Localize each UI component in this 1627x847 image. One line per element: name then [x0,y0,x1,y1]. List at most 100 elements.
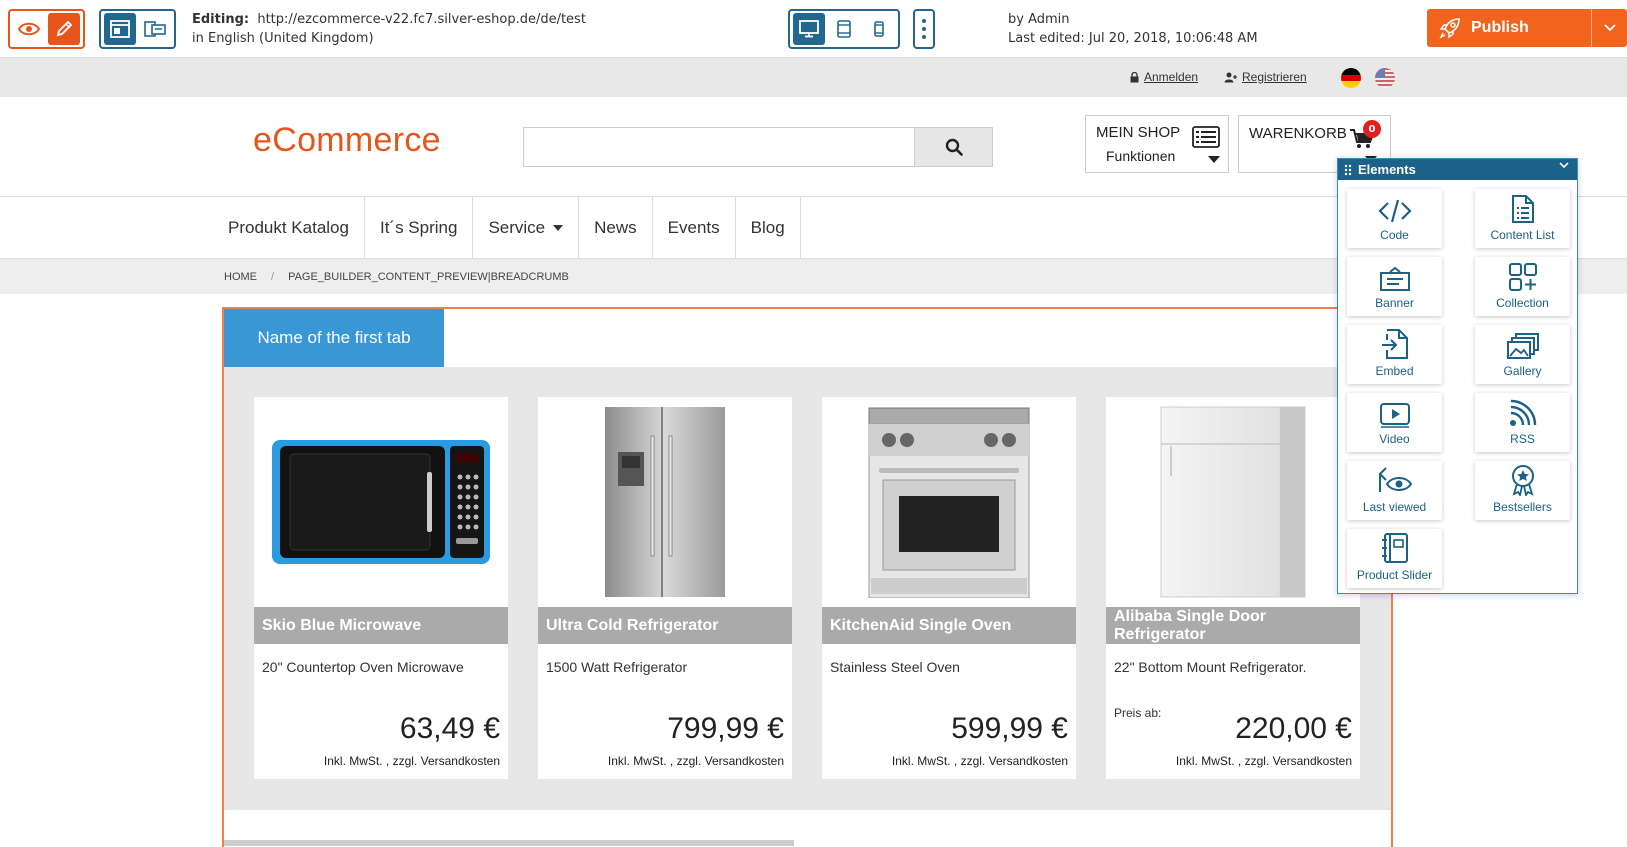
element-code[interactable]: Code [1347,189,1442,248]
product-card[interactable]: KitchenAid Single Oven Stainless Steel O… [822,397,1076,779]
mobile-preview-button[interactable] [863,13,895,45]
nav-item-news[interactable]: News [579,197,653,258]
product-image[interactable] [254,397,508,607]
element-video[interactable]: Video [1347,393,1442,452]
us-flag-icon[interactable] [1375,68,1395,88]
oven-image [868,407,1030,598]
element-collection[interactable]: Collection [1475,257,1570,316]
rocket-icon [1439,18,1460,39]
element-rss[interactable]: RSS [1475,393,1570,452]
nav-item-label: It´s Spring [379,217,458,237]
element-banner[interactable]: Banner [1347,257,1442,316]
search-input[interactable] [523,127,915,167]
my-shop-subtitle: Funktionen [1106,148,1176,164]
tab-first[interactable]: Name of the first tab [224,309,444,367]
nav-item-produkt-katalog[interactable]: Produkt Katalog [213,197,365,258]
product-card[interactable]: Ultra Cold Refrigerator 1500 Watt Refrig… [538,397,792,779]
nav-item-label: News [594,217,637,237]
desktop-icon [799,20,819,38]
product-name[interactable]: Skio Blue Microwave [254,607,508,644]
cart-title: WARENKORB [1249,125,1347,142]
preview-mode-button[interactable] [13,13,45,45]
element-label: Collection [1496,296,1549,310]
product-description: 20" Countertop Oven Microwave [262,659,464,675]
publish-options-toggle[interactable] [1591,9,1627,47]
product-grid: Skio Blue Microwave 20" Countertop Oven … [224,367,1391,810]
elements-panel-title: Elements [1358,162,1416,177]
my-shop-title: MEIN SHOP [1096,124,1181,141]
nav-item-events[interactable]: Events [653,197,736,258]
cart-count-badge: 0 [1363,120,1381,138]
eye-icon [18,22,40,36]
nav-item-blog[interactable]: Blog [736,197,801,258]
product-image[interactable] [822,397,1076,607]
page-view-button[interactable] [104,13,136,45]
element-gallery[interactable]: Gallery [1475,325,1570,384]
collection-icon [1508,263,1537,291]
my-shop-menu[interactable]: MEIN SHOP Funktionen [1085,115,1229,173]
tax-note: Inkl. MwSt. , zzgl. Versandkosten [891,754,1068,768]
last-edited: Last edited: Jul 20, 2018, 10:06:48 AM [1008,31,1258,46]
product-name[interactable]: KitchenAid Single Oven [822,607,1076,644]
product-price: 599,99 € [951,712,1068,745]
product-image[interactable] [538,397,792,607]
nav-item-service[interactable]: Service [473,197,580,258]
element-product-slider[interactable]: Product Slider [1347,529,1442,588]
element-label: Banner [1375,296,1414,310]
product-card[interactable]: Skio Blue Microwave 20" Countertop Oven … [254,397,508,779]
german-flag-icon[interactable] [1341,68,1361,88]
browser-window-icon [110,20,130,38]
search-button[interactable] [915,127,993,167]
element-label: Last viewed [1362,500,1427,514]
login-label: Anmelden [1144,70,1199,84]
shop-logo[interactable]: eCommerce [253,121,441,160]
publish-button[interactable]: Publish [1427,9,1627,47]
editing-url: http://ezcommerce-v22.fc7.silver-eshop.d… [257,12,586,27]
author: by Admin [1008,12,1070,27]
element-content-list[interactable]: Content List [1475,189,1570,248]
publish-label: Publish [1471,19,1529,36]
edit-mode-button[interactable] [48,13,80,45]
element-label: Product Slider [1356,568,1433,582]
product-slider-icon [1381,533,1408,563]
more-options-button[interactable] [913,9,935,49]
tablet-preview-button[interactable] [828,13,860,45]
register-link[interactable]: Registrieren [1224,70,1307,84]
dot-icon [922,35,926,39]
product-name[interactable]: Ultra Cold Refrigerator [538,607,792,644]
tablet-icon [837,20,851,38]
product-description: Stainless Steel Oven [830,659,960,675]
login-link[interactable]: Anmelden [1130,70,1198,84]
dot-icon [922,19,926,23]
nav-item-label: Service [488,217,546,237]
horizontal-scrollbar[interactable] [224,840,794,846]
shop-top-bar: Anmelden Registrieren [0,58,1627,97]
element-label: Content List [1490,228,1555,242]
microwave-image [272,440,490,564]
mobile-icon [874,21,884,37]
product-price: 220,00 € [1235,712,1352,745]
tabbed-content-block[interactable]: Name of the first tab Skio Blue Microwav… [222,307,1393,847]
pencil-icon [56,20,73,37]
desktop-preview-button[interactable] [793,13,825,45]
product-image[interactable] [1106,397,1360,607]
search-icon [945,138,963,156]
element-last-viewed[interactable]: Last viewed [1347,461,1442,520]
structure-view-button[interactable] [139,13,171,45]
structure-icon [144,21,166,37]
tax-note: Inkl. MwSt. , zzgl. Versandkosten [323,754,500,768]
add-user-icon [1224,72,1237,82]
breadcrumb-home[interactable]: HOME [224,271,257,283]
product-name[interactable]: Alibaba Single Door Refrigerator [1106,607,1360,644]
caret-down-icon [1208,156,1220,163]
element-bestsellers[interactable]: Bestsellers [1475,461,1570,520]
editor-toolbar: Editing: http://ezcommerce-v22.fc7.silve… [0,0,1627,58]
editing-info: Editing: http://ezcommerce-v22.fc7.silve… [192,10,586,48]
nav-item-its-spring[interactable]: It´s Spring [365,197,474,258]
elements-panel-header[interactable]: Elements [1338,159,1577,180]
chevron-down-icon[interactable] [1559,162,1569,169]
element-embed[interactable]: Embed [1347,325,1442,384]
drag-handle-icon[interactable] [1344,164,1352,176]
product-card[interactable]: Alibaba Single Door Refrigerator 22" Bot… [1106,397,1360,779]
product-description: 1500 Watt Refrigerator [546,659,688,675]
